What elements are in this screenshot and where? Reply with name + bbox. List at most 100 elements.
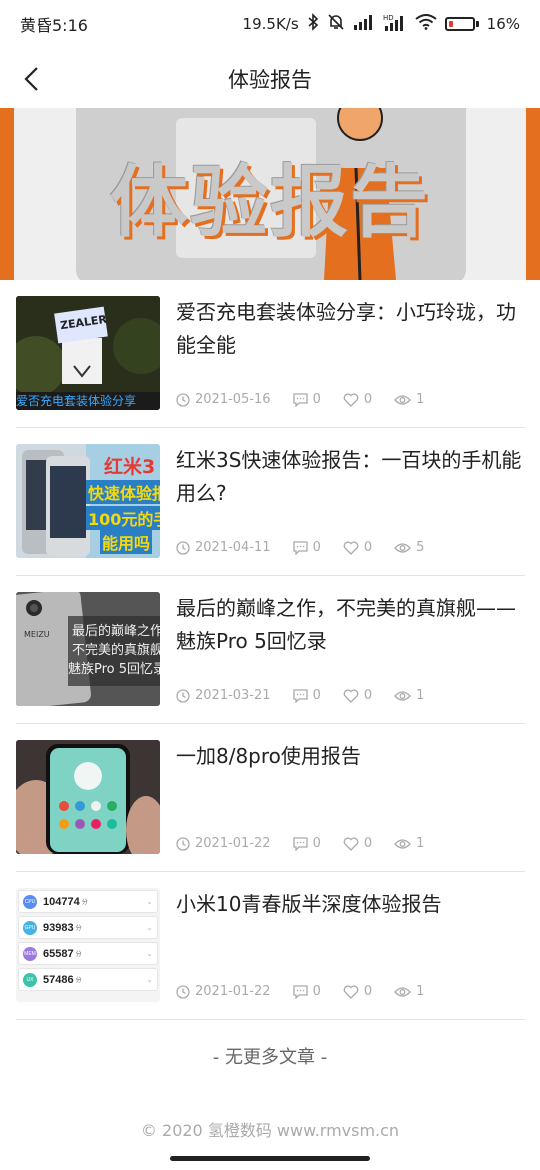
comment-count: 0 (312, 392, 321, 407)
comment-count: 0 (312, 836, 321, 851)
article-thumbnail (16, 740, 160, 854)
views-meta: 1 (394, 688, 424, 703)
views-meta: 1 (394, 984, 424, 999)
comments-meta: 0 (292, 540, 321, 555)
article-date: 2021-01-22 (195, 836, 271, 851)
article-date: 2021-04-11 (195, 540, 271, 555)
score-badge: MEM (23, 946, 37, 961)
comment-count: 0 (312, 984, 321, 999)
likes-meta: 0 (343, 836, 372, 851)
banner-text: 体验报告 (109, 158, 430, 248)
views-meta: 5 (394, 540, 424, 555)
score-value: 57486 (43, 973, 74, 986)
likes-meta: 0 (343, 688, 372, 703)
date-meta: 2021-03-21 (176, 688, 271, 703)
score-unit: 分 (75, 926, 82, 932)
home-indicator[interactable] (170, 1156, 370, 1161)
likes-meta: 0 (343, 392, 372, 407)
article-title[interactable]: 红米3S快速体验报告：一百块的手机能用么? (176, 444, 525, 510)
benchmark-score-row: GPU 93983 分 ⌄ (18, 916, 158, 939)
eye-icon (394, 986, 412, 997)
like-count: 0 (363, 688, 373, 703)
thumbnail-art (16, 740, 160, 854)
article-list: ZEALER 爱否充电套装体验分享 爱否充电套装体验分享：小巧玲珑，功能全能 2… (16, 280, 525, 1020)
comment-icon (292, 688, 308, 703)
heart-icon (343, 540, 359, 555)
heart-icon (343, 688, 359, 703)
article-item[interactable]: CPU 104774 分 ⌄ GPU 93983 分 ⌄ MEM 65587 分 ⌄ UX 57486 分 ⌄… (16, 872, 525, 1020)
article-date: 2021-01-22 (195, 984, 271, 999)
clock-icon (176, 392, 190, 407)
date-meta: 2021-01-22 (176, 836, 271, 851)
article-thumbnail: 红米3 快速体验报 100元的手 能用吗 (16, 444, 160, 558)
article-meta: 2021-01-22 0 0 1 (176, 836, 446, 851)
comment-icon (292, 984, 308, 999)
article-item[interactable]: ZEALER 爱否充电套装体验分享 爱否充电套装体验分享：小巧玲珑，功能全能 2… (16, 280, 525, 428)
view-count: 1 (416, 836, 425, 851)
thumbnail-line-3: 100元的手 (86, 506, 160, 530)
view-count: 1 (416, 392, 425, 407)
score-value: 65587 (43, 947, 74, 960)
chevron-down-icon: ⌄ (146, 975, 153, 984)
mute-bell-icon (327, 13, 345, 35)
footer-copyright: © 2020 氢橙数码 www.rmvsm.cn (140, 1121, 400, 1140)
thumbnail-line-4: 能用吗 (100, 530, 153, 554)
score-value: 104774 (43, 895, 80, 908)
article-meta: 2021-03-21 0 0 1 (176, 688, 446, 703)
like-count: 0 (363, 540, 373, 555)
article-thumbnail: MEIZU 最后的巅峰之作 不完美的真旗舰 魅族Pro 5回忆录 (16, 592, 160, 706)
article-title[interactable]: 爱否充电套装体验分享：小巧玲珑，功能全能 (176, 296, 525, 362)
article-meta: 2021-04-11 0 0 5 (176, 540, 446, 555)
clock-icon (176, 836, 190, 851)
signal-icon (353, 14, 375, 34)
benchmark-score-row: MEM 65587 分 ⌄ (18, 942, 158, 965)
clock-icon (176, 688, 190, 703)
comment-count: 0 (312, 688, 321, 703)
svg-text:HD: HD (383, 14, 394, 22)
status-bar: 黄昏5:16 19.5K/s HD 16% (0, 0, 540, 48)
eye-icon (394, 838, 412, 849)
date-meta: 2021-04-11 (176, 540, 271, 555)
battery-icon (444, 17, 479, 31)
article-item[interactable]: 一加8/8pro使用报告 2021-01-22 0 0 1 (16, 724, 525, 872)
status-time: 黄昏5:16 (20, 16, 88, 35)
comments-meta: 0 (292, 392, 321, 407)
article-item[interactable]: 红米3 快速体验报 100元的手 能用吗 红米3S快速体验报告：一百块的手机能用… (16, 428, 525, 576)
eye-icon (394, 542, 412, 553)
thumbnail-line-3: 魅族Pro 5回忆录 (68, 662, 160, 677)
article-title[interactable]: 一加8/8pro使用报告 (176, 740, 525, 773)
like-count: 0 (363, 392, 373, 407)
bluetooth-icon (307, 13, 319, 35)
article-item[interactable]: MEIZU 最后的巅峰之作 不完美的真旗舰 魅族Pro 5回忆录 最后的巅峰之作… (16, 576, 525, 724)
network-speed: 19.5K/s (242, 15, 299, 33)
article-date: 2021-03-21 (195, 688, 271, 703)
heart-icon (343, 984, 359, 999)
comment-icon (292, 836, 308, 851)
thumbnail-line-2: 快速体验报 (86, 480, 160, 504)
article-thumbnail: CPU 104774 分 ⌄ GPU 93983 分 ⌄ MEM 65587 分 ⌄ UX 57486 分 ⌄ (16, 888, 160, 1002)
date-meta: 2021-01-22 (176, 984, 271, 999)
status-icons: 19.5K/s HD 16% (243, 13, 520, 35)
thumbnail-caption: 爱否充电套装体验分享 (16, 394, 137, 408)
score-unit: 分 (81, 900, 88, 906)
views-meta: 1 (394, 836, 424, 851)
chevron-left-icon (24, 67, 38, 91)
thumbnail-line-2: 不完美的真旗舰 (72, 643, 160, 658)
article-title[interactable]: 最后的巅峰之作，不完美的真旗舰——魅族Pro 5回忆录 (176, 592, 525, 658)
score-badge: UX (23, 972, 37, 987)
battery-percent: 16% (486, 15, 520, 33)
view-count: 1 (416, 688, 425, 703)
heart-icon (343, 392, 359, 407)
clock-icon (176, 984, 190, 999)
chevron-down-icon: ⌄ (146, 949, 153, 958)
article-meta: 2021-01-22 0 0 1 (176, 984, 446, 999)
benchmark-score-row: UX 57486 分 ⌄ (18, 968, 158, 991)
article-title[interactable]: 小米10青春版半深度体验报告 (176, 888, 525, 921)
likes-meta: 0 (343, 984, 372, 999)
back-button[interactable] (14, 62, 48, 96)
eye-icon (394, 394, 412, 405)
benchmark-score-list: CPU 104774 分 ⌄ GPU 93983 分 ⌄ MEM 65587 分 ⌄ UX 57486 分 ⌄ (18, 890, 158, 994)
chevron-down-icon: ⌄ (146, 923, 153, 932)
article-thumbnail: ZEALER 爱否充电套装体验分享 (16, 296, 160, 410)
comments-meta: 0 (292, 984, 321, 999)
